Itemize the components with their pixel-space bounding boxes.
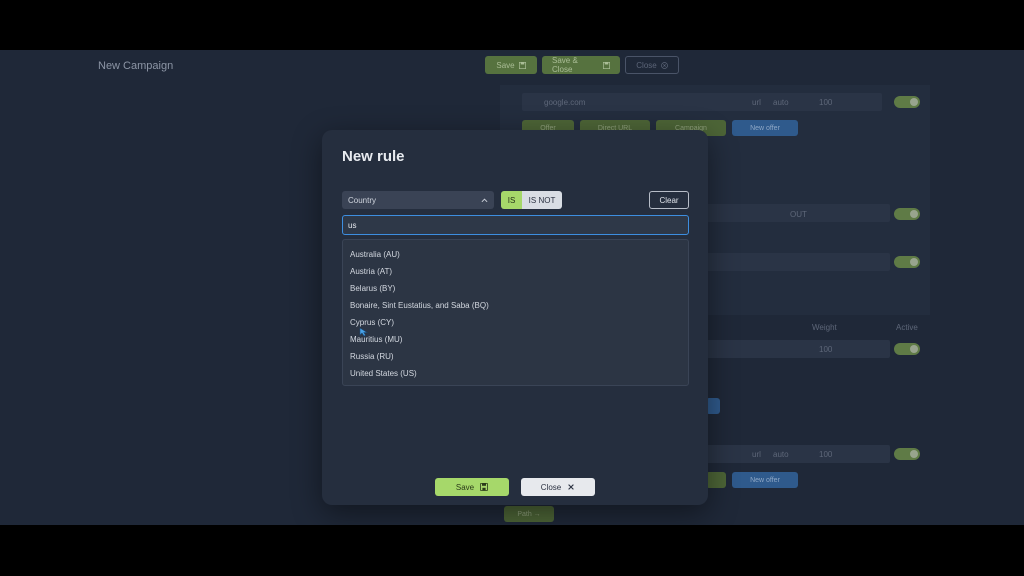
offer-row-bg [700, 253, 890, 271]
country-option[interactable]: Mauritius (MU) [343, 331, 688, 348]
close-button-bg[interactable]: Close [625, 56, 679, 74]
offer-row-bg [700, 340, 890, 358]
letterbox-top [0, 0, 1024, 50]
out-label: OUT [790, 210, 807, 219]
active-header: Active [896, 323, 918, 332]
country-search-input[interactable] [342, 215, 689, 235]
close-button-label: Close [540, 482, 562, 492]
chevron-up-icon [481, 196, 488, 205]
save-button-bg[interactable]: Save [485, 56, 537, 74]
close-button[interactable]: Close [521, 478, 595, 496]
dialog-title: New rule [342, 148, 405, 165]
letterbox-bottom [0, 525, 1024, 576]
weight-value: 100 [819, 345, 833, 354]
save-button-label: Save [496, 60, 515, 70]
path-row [700, 445, 890, 463]
offer-button-partial[interactable] [706, 398, 720, 414]
path-url: google.com [544, 97, 586, 107]
save-button-label: Save [455, 482, 475, 492]
country-option[interactable]: Belarus (BY) [343, 280, 688, 297]
new-offer-button-bg[interactable]: New offer [732, 120, 798, 136]
country-option[interactable]: Russia (RU) [343, 348, 688, 365]
auto-tag: auto [773, 98, 789, 107]
field-select-value: Country [348, 195, 377, 205]
active-toggle[interactable] [894, 96, 920, 108]
country-dropdown-list: Australia (AU) Austria (AT) Belarus (BY) Bo… [342, 239, 689, 386]
is-option[interactable]: IS [501, 191, 522, 209]
clear-button[interactable]: Clear [649, 191, 689, 209]
campaign-editor-background: New Campaign Save Save & Close Close goo… [0, 50, 1024, 525]
weight-value: 100 [819, 450, 833, 459]
save-close-button-label: Save & Close [552, 56, 578, 74]
path-button-bg[interactable]: Path → [504, 506, 554, 522]
auto-tag: auto [773, 450, 789, 459]
country-option[interactable]: Cyprus (CY) [343, 314, 688, 331]
close-circle-icon [660, 61, 668, 69]
condition-toggle: IS IS NOT [501, 191, 562, 209]
save-close-button-bg[interactable]: Save & Close [542, 56, 620, 74]
url-tag: url [752, 98, 761, 107]
page-title: New Campaign [98, 60, 174, 72]
field-select[interactable]: Country [342, 191, 494, 209]
weight-value: 100 [819, 98, 833, 107]
close-icon [567, 483, 575, 491]
active-toggle[interactable] [894, 448, 920, 460]
floppy-icon [480, 483, 489, 491]
url-tag: url [752, 450, 761, 459]
top-toolbar: Save Save & Close Close [485, 56, 679, 74]
campaign-button-partial[interactable] [706, 472, 726, 488]
active-toggle[interactable] [894, 208, 920, 220]
new-rule-dialog: New rule Country IS IS NOT Clear Austral… [322, 130, 708, 505]
active-toggle[interactable] [894, 343, 920, 355]
floppy-icon [603, 61, 610, 69]
country-option[interactable]: Australia (AU) [343, 246, 688, 263]
country-option[interactable]: United States (US) [343, 365, 688, 382]
floppy-icon [518, 61, 526, 69]
close-button-label: Close [636, 60, 657, 70]
pointer-cursor-icon [359, 324, 369, 337]
weight-header: Weight [812, 323, 837, 332]
is-not-option[interactable]: IS NOT [522, 191, 562, 209]
country-option[interactable]: Bonaire, Sint Eustatius, and Saba (BQ) [343, 297, 688, 314]
save-button[interactable]: Save [435, 478, 509, 496]
new-offer-button-bg[interactable]: New offer [732, 472, 798, 488]
country-option[interactable]: Austria (AT) [343, 263, 688, 280]
active-toggle[interactable] [894, 256, 920, 268]
